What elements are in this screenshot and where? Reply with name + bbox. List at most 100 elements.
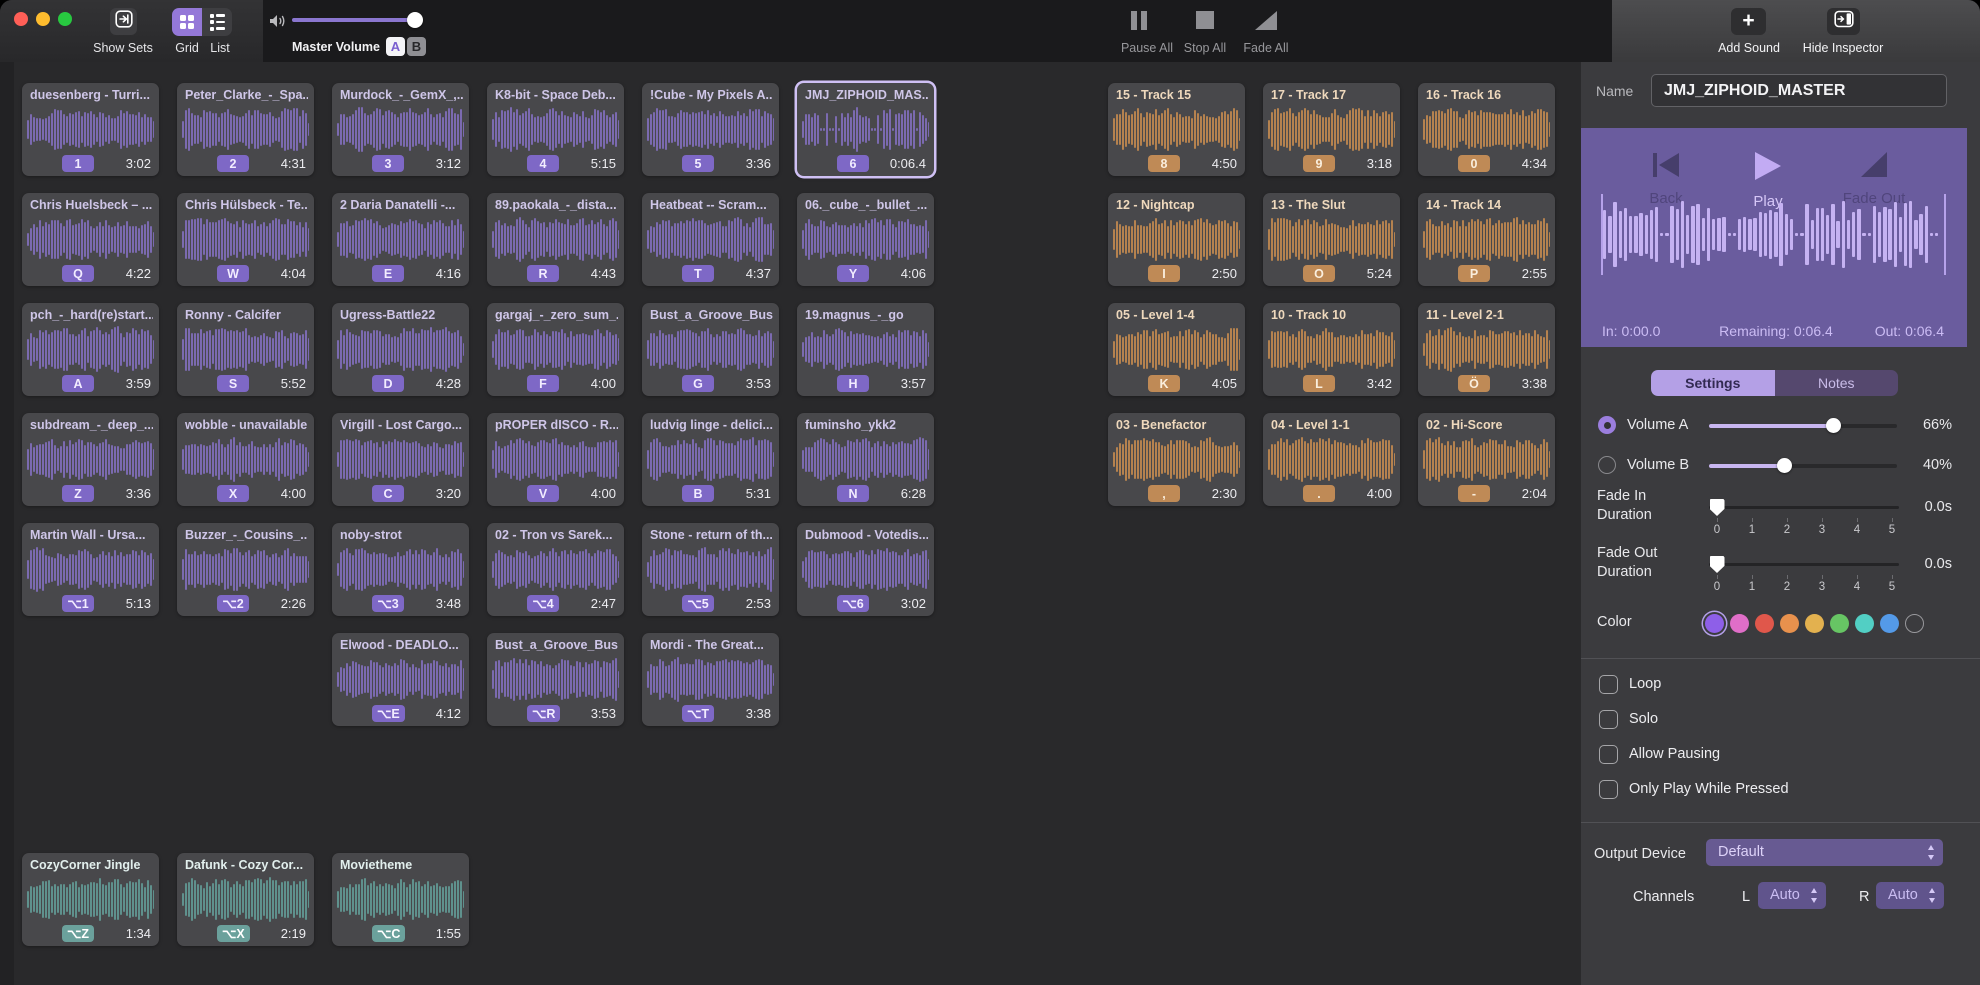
sound-tile[interactable]: gargaj_-_zero_sum_... F 4:00	[487, 303, 624, 396]
sound-tile[interactable]: Chris Huelsbeck – ... Q 4:22	[22, 193, 159, 286]
tab-notes[interactable]: Notes	[1775, 370, 1899, 396]
sound-tile[interactable]: 02 - Hi-Score - 2:04	[1418, 413, 1555, 506]
sound-tile[interactable]: 2 Daria Danatelli -... E 4:16	[332, 193, 469, 286]
color-swatch-orange[interactable]	[1780, 614, 1799, 633]
sound-tile[interactable]: Heatbeat -- Scram... T 4:37	[642, 193, 779, 286]
sound-tile[interactable]: Ugress-Battle22 D 4:28	[332, 303, 469, 396]
channel-r-select[interactable]: Auto	[1876, 882, 1944, 909]
volume-a-slider[interactable]	[1709, 424, 1897, 428]
sound-waveform	[647, 656, 774, 703]
sound-tile[interactable]: 02 - Tron vs Sarek... ⌥4 2:47	[487, 523, 624, 616]
sound-tile[interactable]: 12 - Nightcap I 2:50	[1108, 193, 1245, 286]
sound-tile[interactable]: Murdock_-_GemX_,... 3 3:12	[332, 83, 469, 176]
tick-label: 0	[1710, 524, 1724, 536]
fade-out-knob[interactable]	[1710, 556, 1725, 573]
sound-tile[interactable]: Chris Hülsbeck - Te... W 4:04	[177, 193, 314, 286]
sound-tile[interactable]: 13 - The Slut O 5:24	[1263, 193, 1400, 286]
sound-tile[interactable]: Movietheme ⌥C 1:55	[332, 853, 469, 946]
sound-tile[interactable]: subdream_-_deep_... Z 3:36	[22, 413, 159, 506]
color-swatch-pink[interactable]	[1730, 614, 1749, 633]
sound-tile[interactable]: wobble - unavailable X 4:00	[177, 413, 314, 506]
color-swatch-blue[interactable]	[1880, 614, 1899, 633]
sound-tile[interactable]: Dafunk - Cozy Cor... ⌥X 2:19	[177, 853, 314, 946]
master-volume-slider[interactable]	[292, 18, 422, 22]
fade-out-button[interactable]: Fade Out	[1824, 152, 1924, 207]
sound-tile[interactable]: CozyCorner Jingle ⌥Z 1:34	[22, 853, 159, 946]
fade-in-slider[interactable]	[1709, 506, 1899, 509]
hide-inspector-button[interactable]	[1827, 8, 1860, 35]
fade-in-knob[interactable]	[1710, 499, 1725, 516]
sound-tile[interactable]: pROPER dISCO - R... V 4:00	[487, 413, 624, 506]
close-window-button[interactable]	[14, 12, 28, 26]
zoom-window-button[interactable]	[58, 12, 72, 26]
color-swatch-yellow[interactable]	[1805, 614, 1824, 633]
sound-tile[interactable]: K8-bit - Space Deb... 4 5:15	[487, 83, 624, 176]
sound-tile[interactable]: Mordi - The Great... ⌥T 3:38	[642, 633, 779, 726]
sound-tile[interactable]: 16 - Track 16 0 4:34	[1418, 83, 1555, 176]
sound-tile[interactable]: Bust_a_Groove_Bus... G 3:53	[642, 303, 779, 396]
bus-b-button[interactable]: B	[407, 37, 426, 56]
sound-tile[interactable]: 14 - Track 14 P 2:55	[1418, 193, 1555, 286]
sound-tile[interactable]: 17 - Track 17 9 3:18	[1263, 83, 1400, 176]
sound-tile[interactable]: Martin Wall - Ursa... ⌥1 5:13	[22, 523, 159, 616]
sound-tile[interactable]: Buzzer_-_Cousins_... ⌥2 2:26	[177, 523, 314, 616]
sound-tile[interactable]: 15 - Track 15 8 4:50	[1108, 83, 1245, 176]
sound-tile[interactable]: 19.magnus_-_go H 3:57	[797, 303, 934, 396]
sound-tile[interactable]: 10 - Track 10 L 3:42	[1263, 303, 1400, 396]
volume-a-knob[interactable]	[1826, 418, 1841, 433]
stop-all-button[interactable]: Stop All	[1173, 41, 1237, 55]
sound-tile[interactable]: Peter_Clarke_-_Spa... 2 4:31	[177, 83, 314, 176]
minimize-window-button[interactable]	[36, 12, 50, 26]
add-sound-button[interactable]: +	[1731, 8, 1766, 35]
fade-out-slider[interactable]	[1709, 563, 1899, 566]
sound-tile[interactable]: Stone - return of th... ⌥5 2:53	[642, 523, 779, 616]
back-button[interactable]: Back	[1616, 152, 1716, 207]
color-swatch-none[interactable]	[1905, 614, 1924, 633]
pause-all-button[interactable]: Pause All	[1112, 41, 1182, 55]
volume-b-radio[interactable]	[1598, 456, 1616, 474]
sound-tile[interactable]: ludvig linge - delici... B 5:31	[642, 413, 779, 506]
preview-waveform[interactable]	[1603, 201, 1944, 268]
waveform-end-marker[interactable]	[1944, 194, 1946, 275]
master-volume-knob[interactable]	[407, 12, 423, 28]
checkbox-loop[interactable]	[1599, 675, 1618, 694]
sound-tile[interactable]: 05 - Level 1-4 K 4:05	[1108, 303, 1245, 396]
bus-a-button[interactable]: A	[386, 37, 405, 56]
sound-tile[interactable]: 89.paokala_-_dista... R 4:43	[487, 193, 624, 286]
color-swatch-red[interactable]	[1755, 614, 1774, 633]
sound-tile[interactable]: Bust_a_Groove_Bus... ⌥R 3:53	[487, 633, 624, 726]
sound-tile[interactable]: 06._cube_-_bullet_... Y 4:06	[797, 193, 934, 286]
sound-tile[interactable]: Dubmood - Votedis... ⌥6 3:02	[797, 523, 934, 616]
grid-view-button[interactable]	[172, 8, 202, 36]
volume-a-radio[interactable]	[1598, 416, 1616, 434]
checkbox-allow-pausing[interactable]	[1599, 745, 1618, 764]
sound-tile[interactable]: Virgill - Lost Cargo... C 3:20	[332, 413, 469, 506]
sound-tile[interactable]: Ronny - Calcifer S 5:52	[177, 303, 314, 396]
sound-tile[interactable]: !Cube - My Pixels A... 5 3:36	[642, 83, 779, 176]
channel-l-select[interactable]: Auto	[1758, 882, 1826, 909]
checkbox-solo[interactable]	[1599, 710, 1618, 729]
fade-all-button[interactable]: Fade All	[1233, 41, 1299, 55]
show-sets-button[interactable]	[110, 8, 137, 35]
color-swatch-teal[interactable]	[1855, 614, 1874, 633]
sound-tile[interactable]: 04 - Level 1-1 . 4:00	[1263, 413, 1400, 506]
color-swatch-green[interactable]	[1830, 614, 1849, 633]
sound-duration: 2:53	[746, 596, 771, 611]
sound-tile[interactable]: duesenberg - Turri... 1 3:02	[22, 83, 159, 176]
sound-tile[interactable]: JMJ_ZIPHOID_MAS... 6 0:06.4	[797, 83, 934, 176]
sound-tile[interactable]: pch_-_hard(re)start... A 3:59	[22, 303, 159, 396]
sound-tile[interactable]: Elwood - DEADLO... ⌥E 4:12	[332, 633, 469, 726]
sound-name: 2 Daria Danatelli -...	[340, 198, 463, 212]
sound-tile[interactable]: noby-strot ⌥3 3:48	[332, 523, 469, 616]
volume-b-knob[interactable]	[1777, 458, 1792, 473]
volume-b-slider[interactable]	[1709, 464, 1897, 468]
list-view-button[interactable]	[202, 8, 232, 36]
tab-settings[interactable]: Settings	[1651, 370, 1775, 396]
color-swatch-purple[interactable]	[1705, 614, 1724, 633]
name-input[interactable]: JMJ_ZIPHOID_MASTER	[1651, 74, 1947, 107]
sound-tile[interactable]: 11 - Level 2-1 Ö 3:38	[1418, 303, 1555, 396]
output-device-select[interactable]: Default	[1706, 839, 1943, 866]
sound-tile[interactable]: 03 - Benefactor , 2:30	[1108, 413, 1245, 506]
sound-tile[interactable]: fuminsho_ykk2 N 6:28	[797, 413, 934, 506]
checkbox-only-play-while-pressed[interactable]	[1599, 780, 1618, 799]
